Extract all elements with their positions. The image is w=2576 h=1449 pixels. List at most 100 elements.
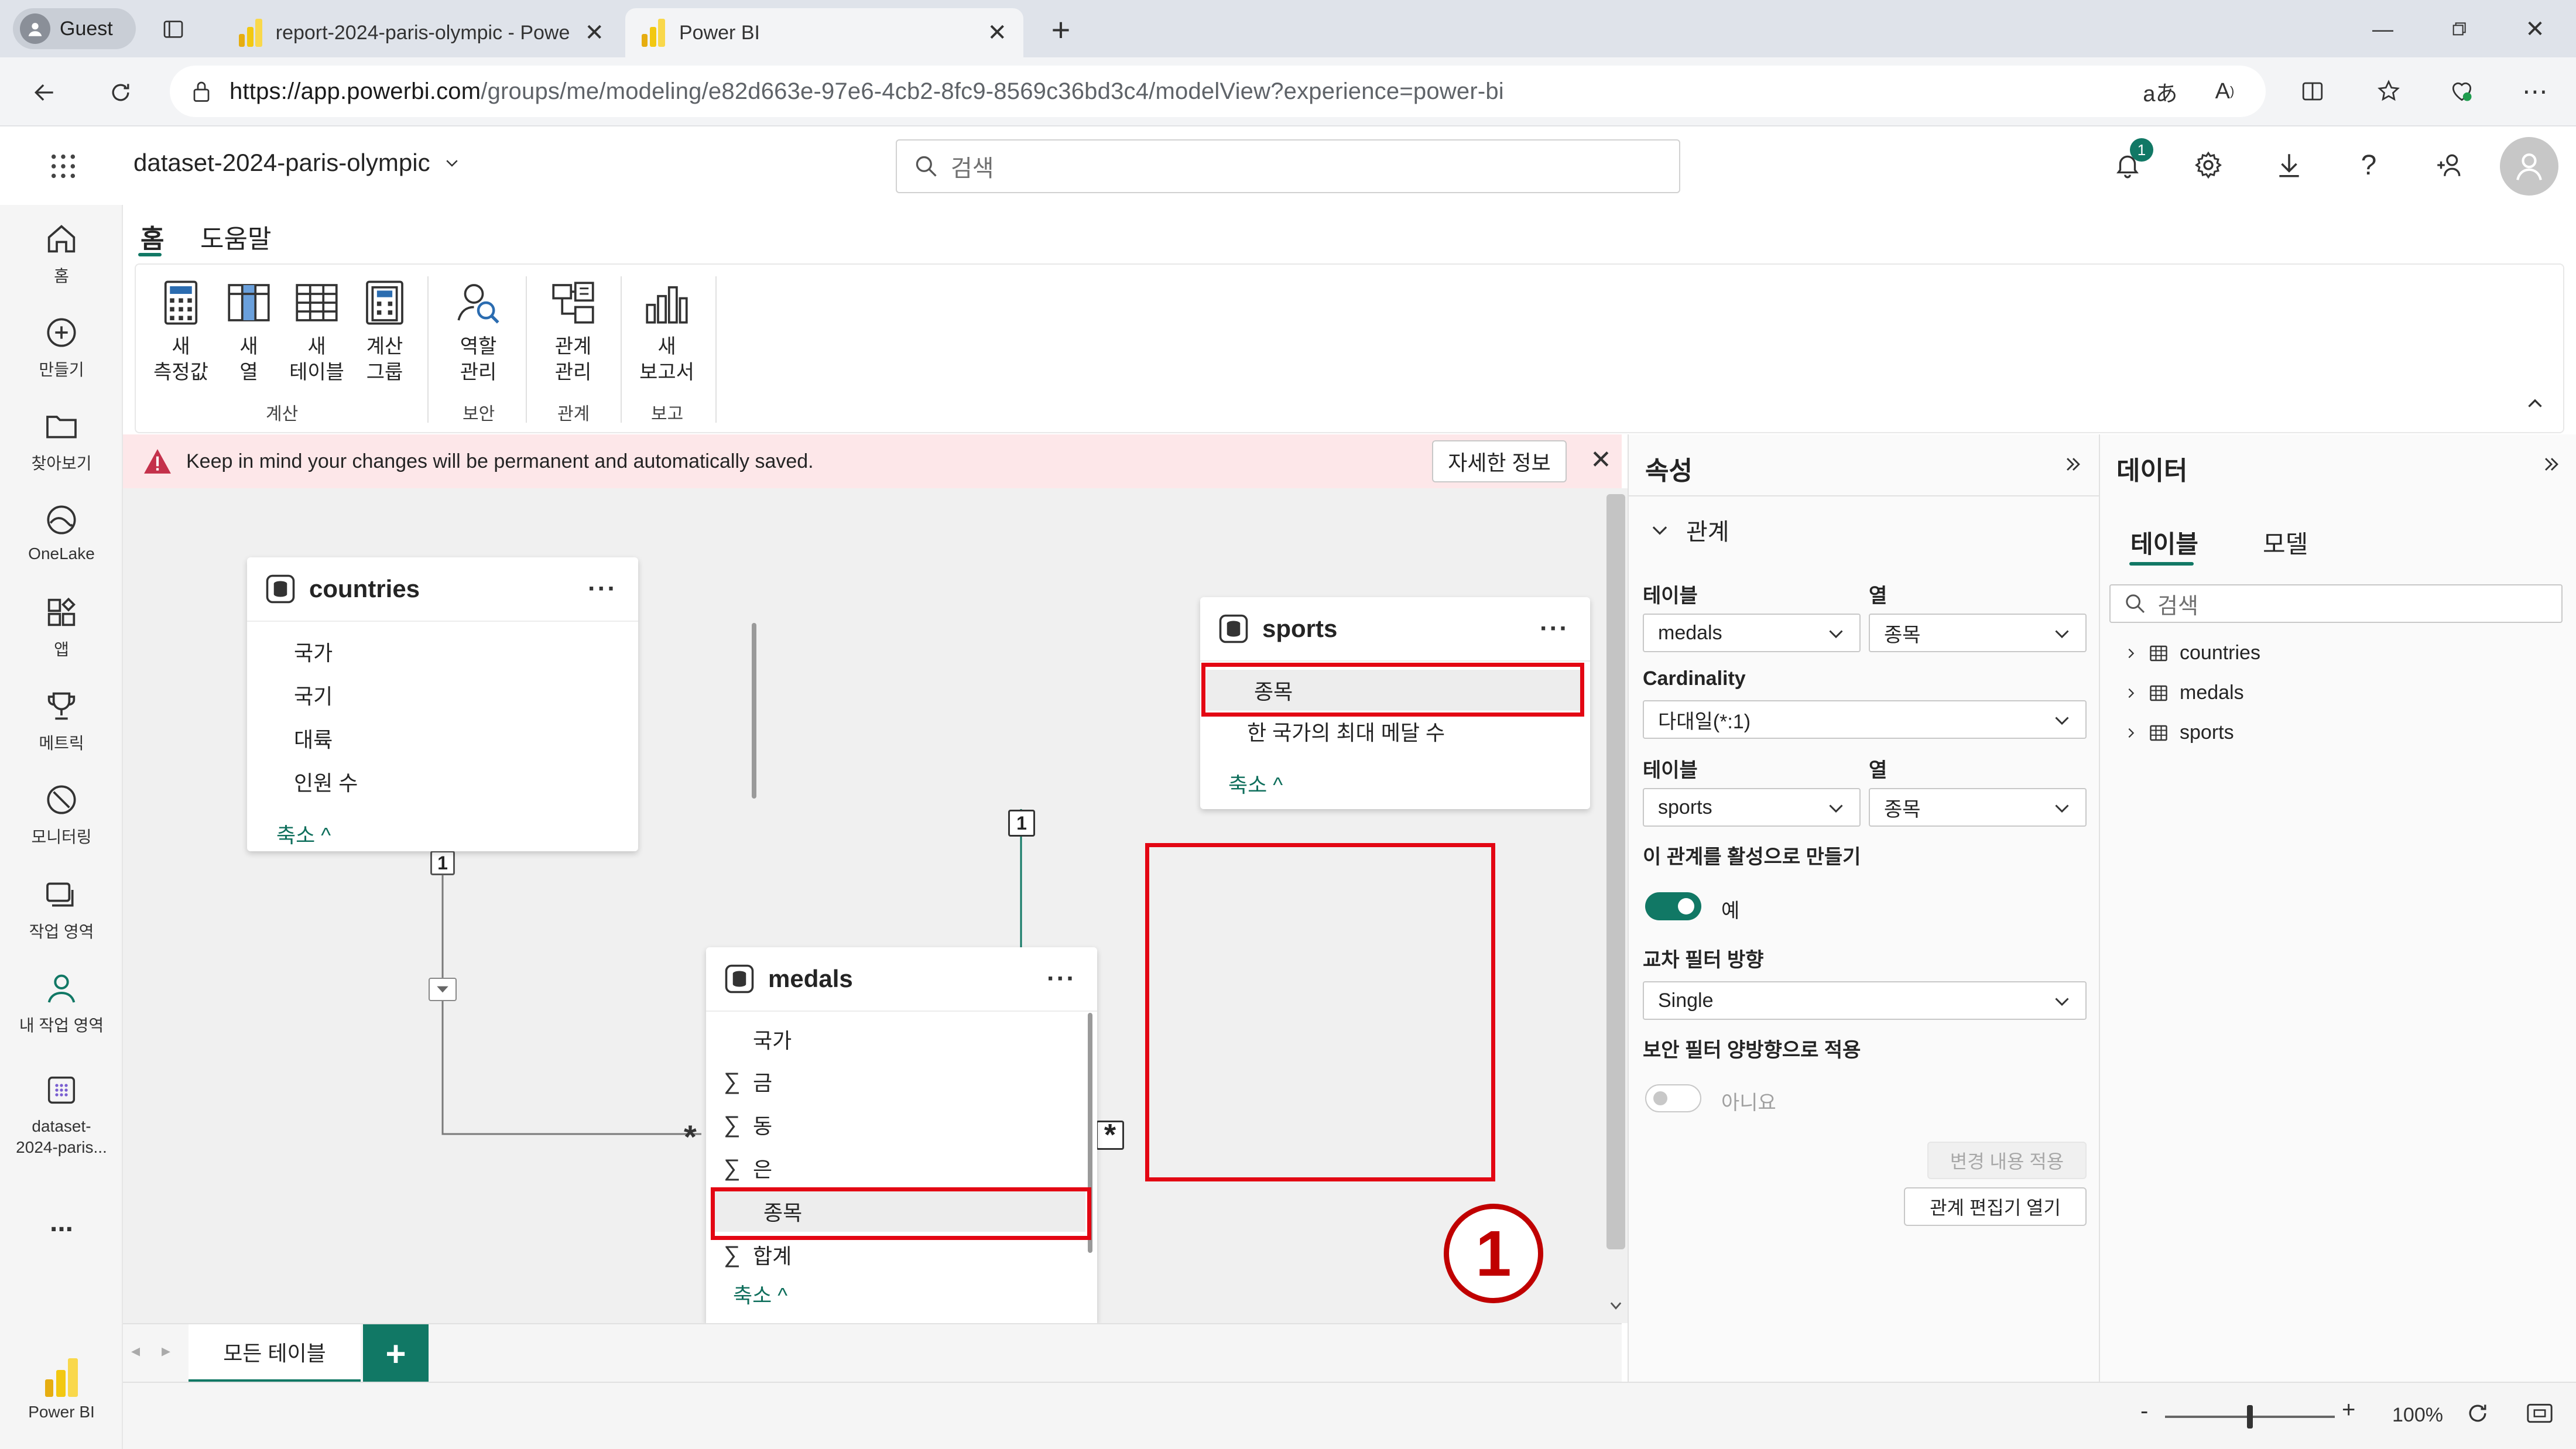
to-table-dropdown[interactable]: sports <box>1643 788 1861 827</box>
nav-my-workspace[interactable]: 내 작업 영역 <box>0 970 123 1036</box>
tree-item-countries[interactable]: countries <box>2125 642 2260 664</box>
nav-home[interactable]: 홈 <box>0 220 123 287</box>
profile-button[interactable]: Guest <box>13 8 136 49</box>
nav-dataset[interactable]: dataset- 2024-paris... <box>0 1071 123 1157</box>
table-card-countries[interactable]: countries ··· 국가 국기 대륙 인원 수 축소 ^ <box>247 557 756 851</box>
relationship-section-header[interactable]: 관계 <box>1649 513 1729 547</box>
restore-icon[interactable] <box>2441 12 2476 47</box>
column-row[interactable]: ∑ 은 <box>724 1147 772 1188</box>
from-column-dropdown[interactable]: 종목 <box>1869 614 2087 652</box>
calculation-group-button[interactable]: 계산 그룹 <box>352 276 417 385</box>
zoom-out-icon[interactable]: - <box>2140 1398 2148 1424</box>
nav-onelake[interactable]: OneLake <box>0 501 123 563</box>
more-options-icon[interactable]: ··· <box>588 574 617 604</box>
dismiss-warning-icon[interactable]: ✕ <box>1590 445 1612 475</box>
data-tab-tables[interactable]: 테이블 <box>2130 525 2198 560</box>
browser-tab-report[interactable]: report-2024-paris-olympic - Powe ✕ <box>222 8 621 57</box>
nav-monitoring[interactable]: 모니터링 <box>0 781 123 848</box>
table-header[interactable]: countries ··· <box>247 557 638 622</box>
browser-tab-powerbi[interactable]: Power BI ✕ <box>625 8 1023 57</box>
collapse-link[interactable]: 축소 ^ <box>733 1279 787 1309</box>
scrollbar-thumb[interactable] <box>1606 494 1625 1249</box>
column-row[interactable]: ∑ 합계 <box>724 1234 792 1275</box>
close-tab-icon[interactable]: ✕ <box>987 19 1007 46</box>
account-avatar[interactable] <box>2500 137 2558 196</box>
nav-browse[interactable]: 찾아보기 <box>0 407 123 474</box>
tab-home[interactable]: 홈 <box>141 218 164 255</box>
column-row[interactable]: 국가 <box>265 631 333 672</box>
scroll-right-icon[interactable]: ▸ <box>162 1341 170 1361</box>
to-column-dropdown[interactable]: 종목 <box>1869 788 2087 827</box>
back-icon[interactable] <box>27 75 62 110</box>
column-row[interactable]: ∑ 동 <box>724 1104 772 1145</box>
split-screen-icon[interactable] <box>2295 74 2330 109</box>
column-row[interactable]: 대륙 <box>265 718 333 759</box>
zoom-in-icon[interactable]: + <box>2342 1397 2355 1423</box>
canvas-vertical-scrollbar[interactable] <box>1604 488 1628 1323</box>
new-measure-button[interactable]: 새 측정값 <box>149 276 213 385</box>
collapse-pane-icon[interactable] <box>2541 454 2561 474</box>
zoom-slider-thumb[interactable] <box>2247 1405 2253 1429</box>
collapse-ribbon-icon[interactable] <box>2524 393 2546 415</box>
tab-actions-icon[interactable] <box>157 13 190 46</box>
nav-create[interactable]: 만들기 <box>0 314 123 381</box>
add-layout-button[interactable]: + <box>363 1324 429 1383</box>
manage-roles-button[interactable]: 역할 관리 <box>446 276 511 385</box>
table-header[interactable]: medals ··· <box>706 947 1097 1012</box>
notifications-icon[interactable]: 1 <box>2110 138 2153 183</box>
app-launcher-icon[interactable] <box>47 150 80 183</box>
browser-menu-icon[interactable]: ⋯ <box>2517 74 2553 109</box>
manage-relationships-button[interactable]: 관계 관리 <box>541 276 605 385</box>
column-row[interactable]: 한 국가의 최대 메달 수 <box>1218 711 1445 752</box>
nav-apps[interactable]: 앱 <box>0 594 123 660</box>
favorites-icon[interactable] <box>2371 74 2406 109</box>
nav-workspaces[interactable]: 작업 영역 <box>0 876 123 943</box>
more-options-icon[interactable]: ··· <box>1047 964 1076 994</box>
fit-to-screen-icon[interactable] <box>2526 1400 2554 1426</box>
tab-help[interactable]: 도움말 <box>200 218 271 255</box>
column-row[interactable]: 인원 수 <box>265 761 358 802</box>
scroll-down-icon[interactable] <box>1608 1297 1624 1314</box>
share-feedback-icon[interactable] <box>2431 148 2466 183</box>
table-card-medals[interactable]: medals ··· 국가 ∑ 금 ∑ 동 ∑ 은 종목 ∑ 합계 축소 ^ <box>706 947 1097 1323</box>
new-table-button[interactable]: 새 테이블 <box>285 276 349 385</box>
more-info-button[interactable]: 자세한 정보 <box>1432 440 1567 482</box>
refresh-icon[interactable] <box>103 75 138 110</box>
minimize-icon[interactable]: — <box>2365 12 2400 47</box>
table-header[interactable]: sports ··· <box>1200 597 1590 662</box>
collapse-pane-icon[interactable] <box>2063 454 2083 474</box>
close-tab-icon[interactable]: ✕ <box>584 19 604 46</box>
tree-item-sports[interactable]: sports <box>2125 721 2234 744</box>
reset-zoom-icon[interactable] <box>2465 1400 2491 1426</box>
column-row[interactable]: 국기 <box>265 674 333 715</box>
cardinality-dropdown[interactable]: 다대일(*:1) <box>1643 700 2087 739</box>
from-table-dropdown[interactable]: medals <box>1643 614 1861 652</box>
filter-direction-icon[interactable] <box>429 978 457 1001</box>
open-relationship-editor-button[interactable]: 관계 편집기 열기 <box>1904 1187 2087 1226</box>
global-search-input[interactable]: 검색 <box>896 139 1680 193</box>
collapse-link[interactable]: 축소 ^ <box>276 818 331 849</box>
new-report-button[interactable]: 새 보고서 <box>635 276 699 385</box>
new-column-button[interactable]: 새 열 <box>217 276 281 385</box>
close-window-icon[interactable]: ✕ <box>2517 12 2553 47</box>
browser-health-icon[interactable] <box>2444 74 2479 109</box>
nav-powerbi-brand[interactable]: Power BI <box>0 1358 123 1421</box>
address-bar[interactable]: https://app.powerbi.com/groups/me/modeli… <box>170 66 2266 117</box>
crossfilter-dropdown[interactable]: Single <box>1643 981 2087 1020</box>
model-diagram-canvas[interactable]: 1 * 1 * 1 countries ··· 국가 국기 대륙 인원 수 축소… <box>123 488 1610 1323</box>
layout-tab-all-tables[interactable]: 모든 테이블 <box>189 1324 361 1383</box>
collapse-link[interactable]: 축소 ^ <box>1228 768 1283 799</box>
tree-item-medals[interactable]: medals <box>2125 681 2244 704</box>
new-tab-icon[interactable]: + <box>1042 11 1080 48</box>
active-relationship-toggle[interactable] <box>1645 892 1701 920</box>
data-tab-model[interactable]: 모델 <box>2263 525 2308 560</box>
help-icon[interactable]: ? <box>2351 148 2386 183</box>
column-row[interactable]: ∑ 금 <box>724 1061 772 1102</box>
dataset-name-dropdown[interactable]: dataset-2024-paris-olympic <box>133 149 461 177</box>
column-row[interactable]: 국가 <box>724 1019 792 1060</box>
translate-icon[interactable]: aあ <box>2143 74 2178 109</box>
download-icon[interactable] <box>2272 148 2307 183</box>
scroll-left-icon[interactable]: ◂ <box>131 1341 140 1361</box>
nav-more-icon[interactable]: ... <box>0 1206 123 1238</box>
more-options-icon[interactable]: ··· <box>1540 614 1569 643</box>
